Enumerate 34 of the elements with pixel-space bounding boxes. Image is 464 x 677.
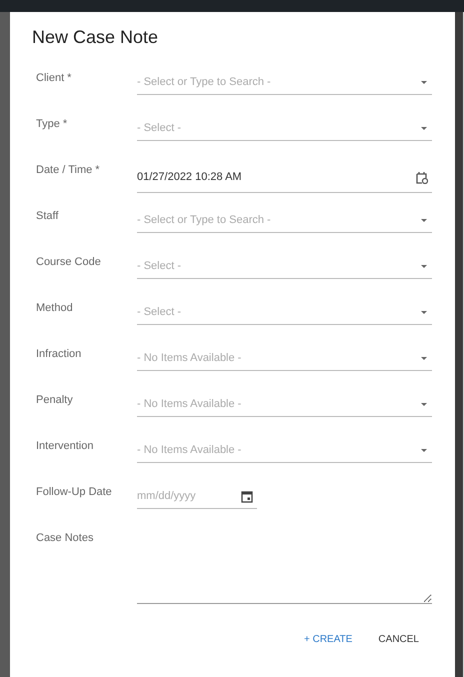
dropdown-caret-icon[interactable] xyxy=(420,356,428,360)
select-field[interactable]: - Select or Type to Search - xyxy=(137,214,420,226)
field-label: Follow-Up Date xyxy=(36,485,113,498)
field-label: Penalty xyxy=(36,393,74,406)
create-button[interactable]: + CREATE xyxy=(302,630,354,649)
calendar-icon[interactable] xyxy=(241,490,253,502)
field-label: Method xyxy=(36,301,74,314)
dropdown-caret-icon[interactable] xyxy=(420,126,428,130)
field-label: Infraction xyxy=(36,347,82,360)
field-label: Date / Time * xyxy=(36,163,101,176)
dropdown-caret-icon[interactable] xyxy=(420,448,428,452)
field-label: Staff xyxy=(36,209,60,222)
dropdown-caret-icon[interactable] xyxy=(420,80,428,84)
select-field[interactable]: - Select - xyxy=(137,306,420,318)
date-time-field[interactable]: 01/27/2022 10:28 AM xyxy=(137,171,416,183)
dropdown-caret-icon[interactable] xyxy=(420,264,428,268)
dropdown-caret-icon[interactable] xyxy=(420,218,428,222)
select-field[interactable]: - Select - xyxy=(137,260,420,272)
select-field[interactable]: - No Items Available - xyxy=(137,352,420,364)
field-label: Course Code xyxy=(36,255,102,268)
field-label: Case Notes xyxy=(36,531,94,544)
select-field[interactable]: - Select - xyxy=(137,122,420,134)
field-label: Client * xyxy=(36,71,72,84)
field-label: Intervention xyxy=(36,439,94,452)
calendar-clock-icon[interactable] xyxy=(416,170,428,184)
select-field[interactable]: - Select or Type to Search - xyxy=(137,76,420,88)
dropdown-caret-icon[interactable] xyxy=(420,310,428,314)
dropdown-caret-icon[interactable] xyxy=(420,402,428,406)
dialog-title: New Case Note xyxy=(32,27,158,48)
field-label: Type * xyxy=(36,117,68,130)
date-field[interactable]: mm/dd/yyyy xyxy=(137,490,241,502)
select-field[interactable]: - No Items Available - xyxy=(137,444,420,456)
select-field[interactable]: - No Items Available - xyxy=(137,398,420,410)
cancel-button[interactable]: CANCEL xyxy=(376,630,421,649)
